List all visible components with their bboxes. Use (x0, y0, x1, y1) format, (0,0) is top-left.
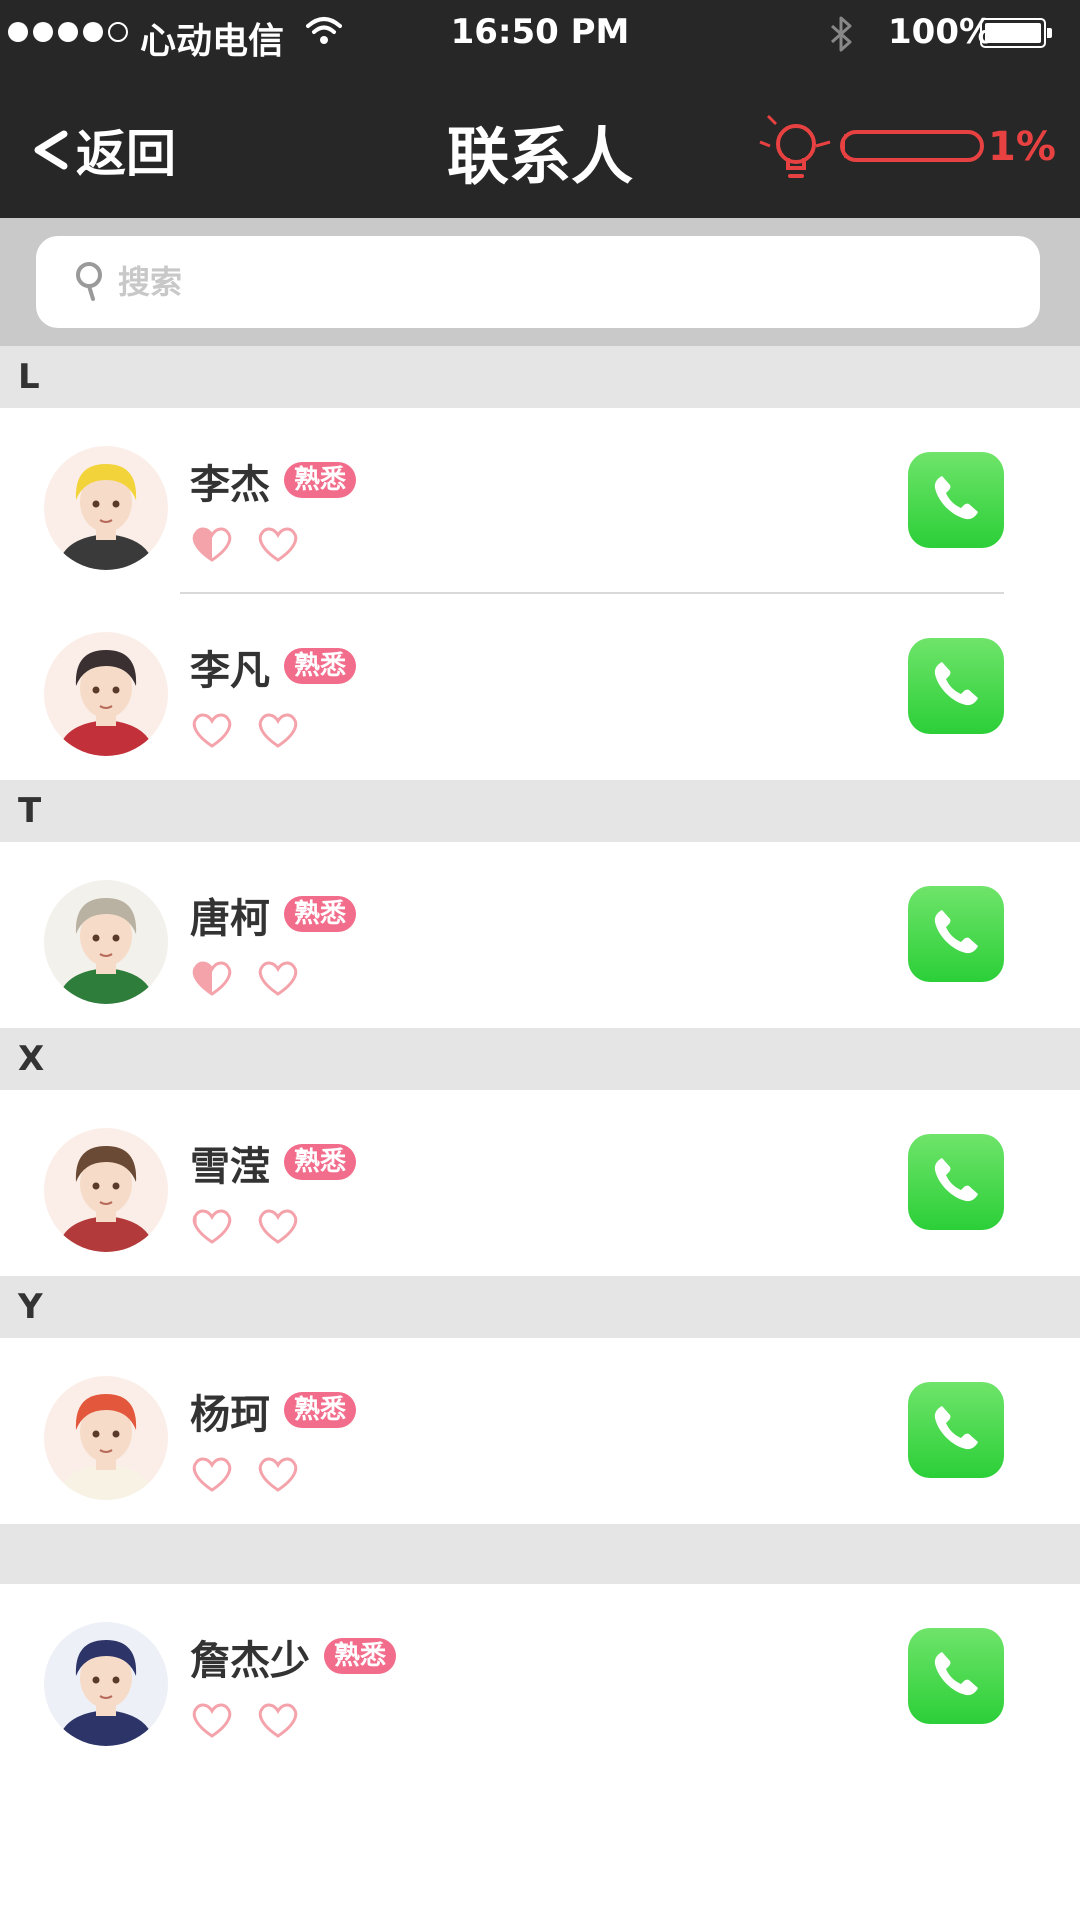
heart-icon (190, 524, 234, 568)
heart-icon (256, 958, 300, 1002)
contact-row[interactable]: 雪滢 熟悉 (0, 1090, 1080, 1276)
call-button[interactable] (908, 452, 1004, 548)
captain-boy-avatar[interactable] (44, 1622, 168, 1746)
contact-name: 唐柯 (190, 896, 270, 942)
affection-hearts (190, 710, 300, 754)
affection-hearts (190, 1206, 300, 1250)
search-box[interactable] (36, 236, 1040, 328)
contact-row[interactable]: 李凡 熟悉 (0, 594, 1080, 780)
familiarity-badge: 熟悉 (284, 1144, 357, 1180)
section-header: L (0, 346, 1080, 408)
phone-icon (928, 1400, 984, 1460)
contact-name: 杨珂 (190, 1392, 270, 1438)
phone-icon (928, 1152, 984, 1212)
call-button[interactable] (908, 638, 1004, 734)
red-hair-girl-avatar[interactable] (44, 1376, 168, 1500)
heart-icon (190, 958, 234, 1002)
blond-boy-avatar[interactable] (44, 446, 168, 570)
bluetooth-icon (828, 14, 856, 58)
dark-hair-boy-avatar[interactable] (44, 632, 168, 756)
heart-icon (256, 1454, 300, 1498)
search-bar (0, 218, 1080, 346)
section-header: T (0, 780, 1080, 842)
call-button[interactable] (908, 1382, 1004, 1478)
contact-name: 李凡 (190, 648, 270, 694)
contact-row[interactable]: 唐柯 熟悉 (0, 842, 1080, 1028)
familiarity-badge: 熟悉 (284, 648, 357, 684)
phone-icon (928, 470, 984, 530)
heart-icon (190, 1700, 234, 1744)
section-header: X (0, 1028, 1080, 1090)
contact-name: 詹杰少 (190, 1638, 310, 1684)
contact-row[interactable]: 李杰 熟悉 (0, 408, 1080, 594)
phone-icon (928, 904, 984, 964)
contact-row[interactable]: 杨珂 熟悉 (0, 1338, 1080, 1524)
contact-name: 雪滢 (190, 1144, 270, 1190)
familiarity-badge: 熟悉 (284, 462, 357, 498)
affection-hearts (190, 524, 300, 568)
heart-icon (190, 710, 234, 754)
brown-hair-girl-avatar[interactable] (44, 1128, 168, 1252)
lightbulb-icon (756, 106, 836, 190)
heart-icon (256, 1206, 300, 1250)
section-header: Y (0, 1276, 1080, 1338)
phone-icon (928, 656, 984, 716)
call-button[interactable] (908, 886, 1004, 982)
section-header (0, 1524, 1080, 1584)
status-bar: 心动电信 16:50 PM 100% (0, 0, 1080, 66)
heart-icon (190, 1206, 234, 1250)
search-input[interactable] (118, 263, 998, 301)
call-button[interactable] (908, 1628, 1004, 1724)
heart-icon (256, 1700, 300, 1744)
familiarity-badge: 熟悉 (284, 896, 357, 932)
familiarity-badge: 熟悉 (284, 1392, 357, 1428)
progress-label: 1% (988, 124, 1056, 170)
phone-icon (928, 1646, 984, 1706)
glasses-boy-avatar[interactable] (44, 880, 168, 1004)
battery-percent: 100% (888, 12, 994, 52)
affection-hearts (190, 1454, 300, 1498)
affection-hearts (190, 1700, 300, 1744)
heart-icon (190, 1454, 234, 1498)
nav-bar: 返回 联系人 1% (0, 66, 1080, 218)
call-button[interactable] (908, 1134, 1004, 1230)
battery-icon (980, 18, 1052, 48)
heart-icon (256, 524, 300, 568)
familiarity-badge: 熟悉 (324, 1638, 397, 1674)
search-icon (76, 262, 102, 301)
heart-icon (256, 710, 300, 754)
contact-row[interactable]: 詹杰少 熟悉 (0, 1584, 1080, 1770)
contact-list: L 李杰 熟悉 李凡 熟悉 T 唐柯 熟悉 X 雪滢 熟悉 Y 杨珂 熟悉 詹杰… (0, 346, 1080, 1770)
affection-hearts (190, 958, 300, 1002)
intimacy-progress-bar (840, 130, 984, 162)
contact-name: 李杰 (190, 462, 270, 508)
